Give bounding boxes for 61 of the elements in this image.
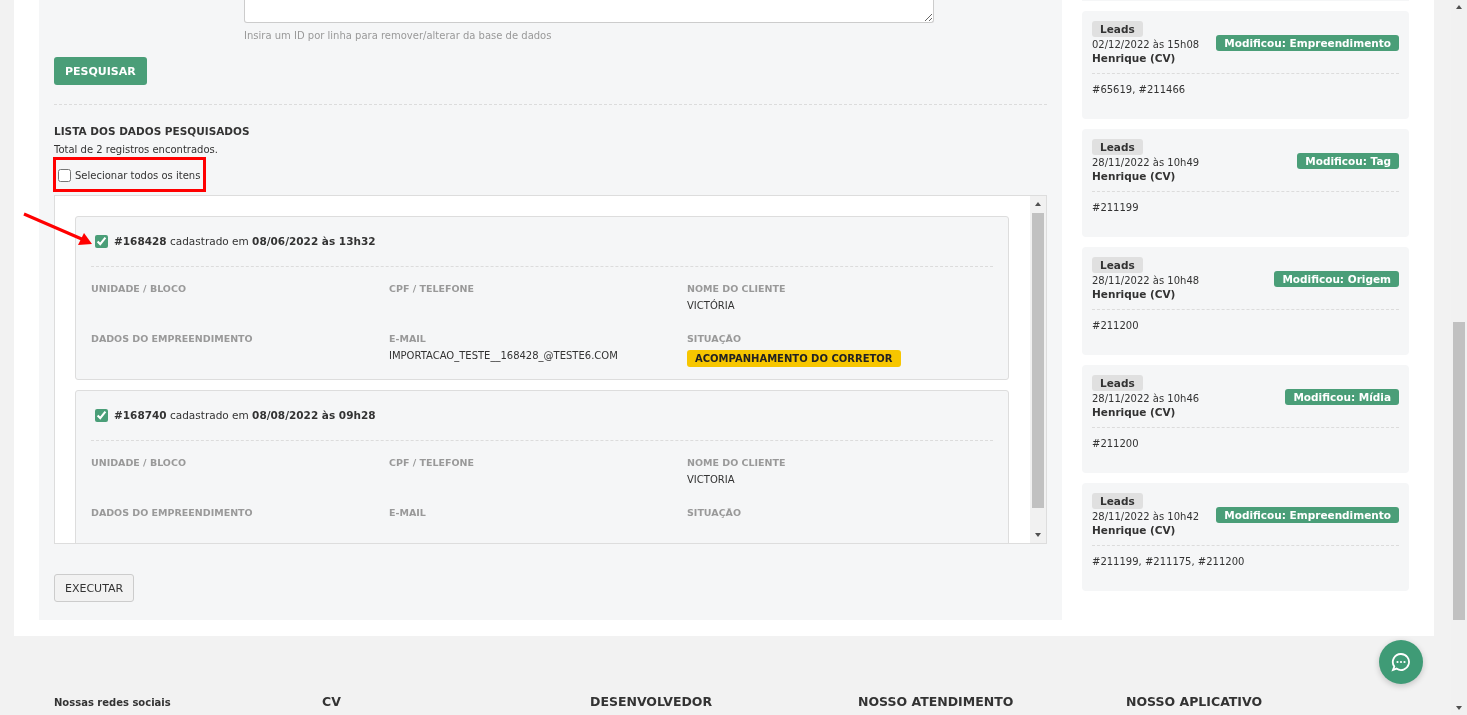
- status-badge: ACOMPANHAMENTO DO CORRETOR: [687, 350, 901, 367]
- field-value: VICTÓRIA: [687, 300, 735, 311]
- field-label: SITUAÇÃO: [687, 333, 742, 344]
- select-all-checkbox[interactable]: [58, 168, 71, 182]
- module-tag: Leads: [1092, 375, 1143, 391]
- history-date: 28/11/2022 às 10h42: [1092, 511, 1200, 522]
- textarea-field[interactable]: [244, 0, 934, 23]
- results-count: Total de 2 registros encontrados.: [54, 144, 219, 155]
- history-date: 28/11/2022 às 10h46: [1092, 393, 1200, 404]
- history-ids: #211200: [1092, 320, 1140, 331]
- field-hint: Insira um ID por linha para remover/alterar da base de dados: [244, 30, 553, 41]
- record-checkbox[interactable]: [95, 234, 108, 248]
- field-label: DADOS DO EMPREENDIMENTO: [91, 333, 253, 344]
- footer-heading: CV: [322, 694, 342, 709]
- action-badge: Modificou: Mídia: [1285, 388, 1399, 405]
- history-date: 28/11/2022 às 10h48: [1092, 275, 1200, 286]
- chat-button[interactable]: [1379, 640, 1423, 684]
- field-value: IMPORTACAO_TESTE__168428_@TESTE6.COM: [389, 350, 618, 361]
- history-ids: #65619, #211466: [1092, 84, 1187, 95]
- field-label: SITUAÇÃO: [687, 507, 742, 518]
- arrow-icon: [22, 212, 94, 246]
- field-value: VICTORIA: [687, 474, 735, 485]
- history-ids: #211199: [1092, 202, 1140, 213]
- field-label: UNIDADE / BLOCO: [91, 283, 186, 294]
- action-badge: Modificou: Origem: [1274, 270, 1399, 287]
- history-ids: #211199, #211175, #211200: [1092, 556, 1246, 567]
- field-label: E-MAIL: [389, 333, 426, 344]
- scrollbar-drawing[interactable]: [1030, 196, 1046, 543]
- history-user: Henrique (CV): [1092, 288, 1176, 300]
- history-user: Henrique (CV): [1092, 170, 1176, 182]
- field-label: CPF / TELEFONE: [389, 457, 475, 468]
- history-user: Henrique (CV): [1092, 524, 1176, 536]
- section-title: LISTA DOS DADOS PESQUISADOS: [54, 125, 251, 137]
- action-badge: Modificou: Tag: [1297, 152, 1399, 169]
- checkbox-label[interactable]: Selecionar todos os itens: [75, 169, 201, 181]
- field-label: NOME DO CLIENTE: [687, 457, 786, 468]
- field-label: E-MAIL: [389, 507, 426, 518]
- module-tag: Leads: [1092, 493, 1143, 509]
- history-date: 28/11/2022 às 10h49: [1092, 157, 1200, 168]
- action-badge: Modificou: Empreendimento: [1216, 506, 1399, 523]
- field-label: CPF / TELEFONE: [389, 283, 475, 294]
- footer-heading: NOSSO APLICATIVO: [1126, 694, 1264, 709]
- record-title: #168428 cadastrado em 08/06/2022 às 13h32: [114, 235, 376, 247]
- history-user: Henrique (CV): [1092, 406, 1176, 418]
- chat-icon: [1391, 652, 1411, 672]
- footer-heading: Nossas redes sociais: [54, 697, 172, 708]
- module-tag: Leads: [1092, 257, 1143, 273]
- field-label: UNIDADE / BLOCO: [91, 457, 186, 468]
- record-checkbox[interactable]: [95, 408, 108, 422]
- history-ids: #211200: [1092, 438, 1140, 449]
- record-title: #168740 cadastrado em 08/08/2022 às 09h28: [114, 409, 376, 421]
- module-tag: Leads: [1092, 139, 1143, 155]
- execute-button[interactable]: EXECUTAR: [54, 574, 135, 602]
- history-user: Henrique (CV): [1092, 52, 1176, 64]
- history-date: 02/12/2022 às 15h08: [1092, 39, 1200, 50]
- footer-heading: NOSSO ATENDIMENTO: [858, 694, 1015, 709]
- field-label: DADOS DO EMPREENDIMENTO: [91, 507, 253, 518]
- module-tag: Leads: [1092, 21, 1143, 37]
- field-label: NOME DO CLIENTE: [687, 283, 786, 294]
- footer-heading: DESENVOLVEDOR: [590, 694, 714, 709]
- action-badge: Modificou: Empreendimento: [1216, 34, 1399, 51]
